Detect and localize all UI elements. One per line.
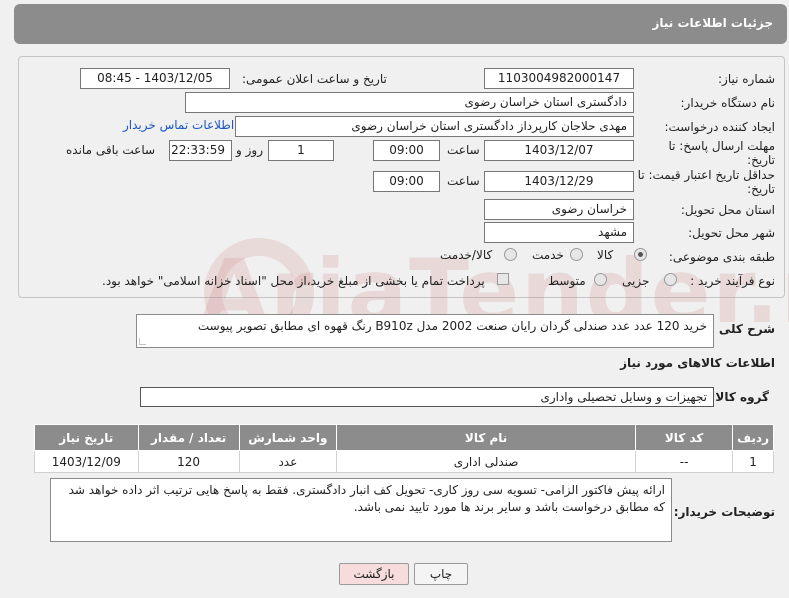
category-goods-service-label: کالا/خدمت: [440, 248, 493, 262]
category-service-radio[interactable]: [570, 248, 583, 261]
description-text: خرید 120 عدد عدد صندلی گردان رایان صنعت …: [197, 319, 707, 333]
deadline-time-field[interactable]: 09:00: [373, 140, 440, 161]
category-goods-service-radio[interactable]: [504, 248, 517, 261]
treasury-payment-checkbox[interactable]: [497, 273, 509, 285]
process-medium-label: متوسط: [548, 274, 586, 288]
validity-time-field[interactable]: 09:00: [373, 171, 440, 192]
resize-handle-icon[interactable]: [139, 338, 146, 345]
category-label: طبقه بندی موضوعی:: [668, 250, 775, 264]
deadline-time-label: ساعت: [447, 143, 480, 157]
col-date-header: تاریخ نیاز: [34, 424, 139, 451]
goods-section-title: اطلاعات کالاهای مورد نیاز: [620, 356, 775, 370]
page-header: جزئیات اطلاعات نیاز: [14, 4, 787, 44]
deadline-label: مهلت ارسال پاسخ: تا: [668, 139, 775, 153]
validity-label-date: تاریخ:: [747, 182, 775, 196]
buyer-notes-textarea[interactable]: ارائه پیش فاکتور الزامی- تسویه سی روز کا…: [50, 478, 672, 542]
category-goods-label: کالا: [597, 248, 614, 262]
process-label: نوع فرآیند خرید :: [690, 274, 775, 288]
process-minor-radio[interactable]: [664, 273, 677, 286]
col-code-header: کد کالا: [635, 424, 734, 451]
need-number-label: شماره نیاز:: [718, 72, 775, 86]
days-remaining-field[interactable]: 1: [268, 140, 334, 161]
province-field[interactable]: خراسان رضوی: [484, 199, 634, 220]
cell-row: 1: [732, 450, 774, 473]
goods-table: ردیف کد کالا نام کالا واحد شمارش تعداد /…: [34, 424, 774, 473]
col-row-header: ردیف: [732, 424, 774, 451]
page-title: جزئیات اطلاعات نیاز: [652, 16, 773, 30]
need-number-field[interactable]: 1103004982000147: [484, 68, 634, 89]
buyer-org-field[interactable]: دادگستری استان خراسان رضوی: [185, 92, 634, 113]
cell-name: صندلی اداری: [336, 450, 637, 473]
col-unit-header: واحد شمارش: [238, 424, 338, 451]
city-field[interactable]: مشهد: [484, 222, 634, 243]
remaining-time-label: ساعت باقی مانده: [66, 143, 156, 157]
goods-group-field[interactable]: تجهیزات و وسایل تحصیلی واداری: [140, 387, 714, 407]
cell-date: 1403/12/09: [34, 450, 139, 473]
goods-group-label: گروه کالا:: [710, 390, 769, 404]
print-button[interactable]: چاپ: [414, 563, 468, 585]
province-label: استان محل تحویل:: [680, 203, 775, 217]
process-minor-label: جزیی: [622, 274, 650, 288]
description-textarea[interactable]: خرید 120 عدد عدد صندلی گردان رایان صنعت …: [136, 314, 714, 348]
cell-code: --: [635, 450, 734, 473]
remaining-time-field[interactable]: 22:33:59: [169, 140, 232, 161]
cell-unit: عدد: [238, 450, 338, 473]
requester-field[interactable]: مهدی حلاجان کارپرداز دادگستری استان خراس…: [235, 116, 634, 137]
buyer-notes-label: توضیحات خریدار:: [673, 505, 775, 519]
cell-qty: 120: [137, 450, 240, 473]
deadline-date-field[interactable]: 1403/12/07: [484, 140, 634, 161]
buyer-notes-text: ارائه پیش فاکتور الزامی- تسویه سی روز کا…: [68, 483, 665, 514]
goods-table-header: ردیف کد کالا نام کالا واحد شمارش تعداد /…: [34, 424, 774, 451]
validity-label: حداقل تاریخ اعتبار قیمت: تا: [637, 168, 775, 182]
category-service-label: خدمت: [532, 248, 564, 262]
category-goods-radio[interactable]: [634, 248, 647, 261]
deadline-label-date: تاریخ:: [747, 153, 775, 167]
validity-time-label: ساعت: [447, 174, 480, 188]
back-button[interactable]: بازگشت: [339, 563, 409, 585]
city-label: شهر محل تحویل:: [688, 226, 775, 240]
validity-date-field[interactable]: 1403/12/29: [484, 171, 634, 192]
buyer-org-label: نام دستگاه خریدار:: [680, 96, 776, 110]
process-medium-radio[interactable]: [594, 273, 607, 286]
announce-label: تاریخ و ساعت اعلان عمومی:: [242, 72, 387, 86]
table-row[interactable]: 1 -- صندلی اداری عدد 120 1403/12/09: [34, 450, 774, 473]
announce-datetime-field[interactable]: 1403/12/05 - 08:45: [80, 68, 230, 89]
requester-label: ایجاد کننده درخواست:: [664, 120, 775, 134]
days-label: روز و: [236, 143, 263, 157]
buyer-contact-link[interactable]: اطلاعات تماس خریدار: [123, 118, 234, 132]
col-qty-header: تعداد / مقدار: [137, 424, 240, 451]
treasury-payment-note: پرداخت تمام یا بخشی از مبلغ خرید،از محل …: [102, 274, 485, 288]
col-name-header: نام کالا: [336, 424, 637, 451]
